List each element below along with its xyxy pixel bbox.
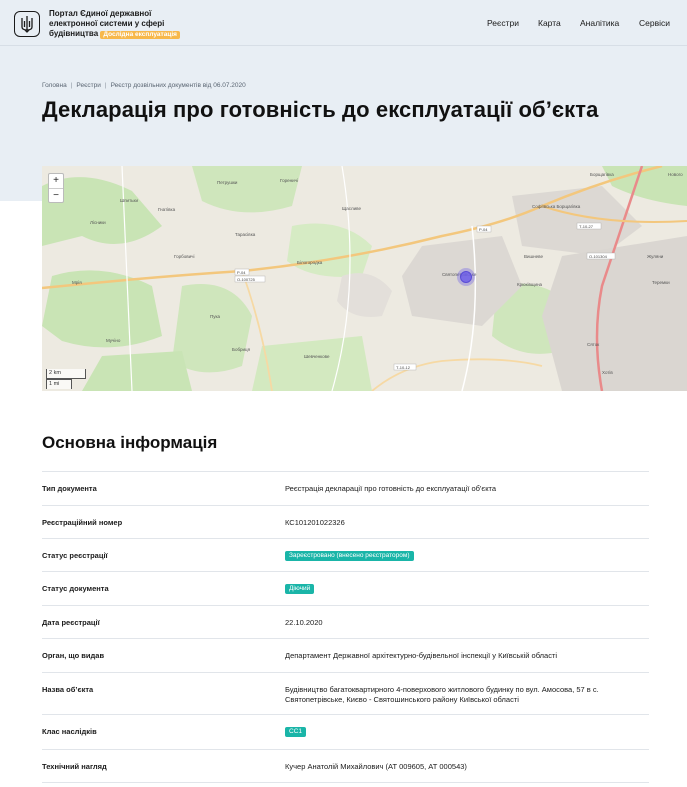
map-place-label: Нового [668, 172, 683, 177]
status-badge: Зареєстровано (внесено реєстратором) [285, 551, 414, 561]
map-place-label: Вишневе [524, 254, 543, 259]
table-row: Статус реєстрації Зареєстровано (внесено… [42, 538, 649, 571]
row-label: Технічний нагляд [42, 762, 107, 771]
map-place-label: Шпитьки [120, 198, 138, 203]
table-row: Орган, що видав Департамент Державної ар… [42, 638, 649, 672]
map-place-label: Жуляни [647, 254, 664, 259]
map-place-label: Крюківщина [517, 282, 543, 287]
breadcrumb-separator: | [104, 82, 107, 89]
map-road-label: О-100725 [237, 277, 256, 282]
map-place-label: Тарасівка [235, 232, 256, 237]
row-value: СС1 [285, 726, 655, 737]
row-label: Тип документа [42, 484, 97, 493]
breadcrumb-home[interactable]: Головна [42, 82, 67, 89]
row-label: Реєстраційний номер [42, 518, 123, 527]
breadcrumb: Головна | Реєстри | Реєстр дозвільних докуме… [42, 82, 246, 89]
row-value: Реєстрація декларації про готовність до … [285, 484, 497, 493]
map-road-label: Т-10-27 [579, 224, 594, 229]
map-place-label: Гнатівка [158, 207, 176, 212]
map-place-label: Сяток [587, 342, 599, 347]
location-map[interactable]: Петрушки Гореничі Шпитьки Лісники Гнатів… [42, 166, 687, 391]
map-place-label: Софіївська Борщагівка [532, 204, 581, 209]
map-place-label: Білогородка [297, 260, 323, 265]
row-label: Статус документа [42, 584, 109, 593]
map-road-label: P-04 [237, 270, 246, 275]
map-scale: 2 km 1 mi [46, 369, 86, 389]
scale-km: 2 km [46, 369, 86, 379]
scale-mi: 1 mi [46, 379, 72, 389]
nav-analytics[interactable]: Аналітика [580, 18, 619, 28]
brand-line-2: електронної системи у сфері [49, 19, 165, 28]
map-place-label: Пука [210, 314, 221, 319]
brand-line-3: будівництва [49, 29, 99, 38]
row-label: Клас наслідків [42, 727, 97, 736]
top-bar: Портал Єдиної державної електронної сист… [0, 0, 687, 46]
map-place-label: Теремки [652, 280, 670, 285]
map-place-label: Мучіно [106, 338, 121, 343]
beta-badge: Дослідна експлуатація [100, 31, 180, 39]
map-road-label: О-101304 [589, 254, 608, 259]
portal-brand[interactable]: Портал Єдиної державної електронної сист… [49, 9, 199, 39]
table-row: Клас наслідків СС1 [42, 714, 649, 749]
map-place-label: Гореничі [280, 178, 298, 183]
table-row: Дата реєстрації 22.10.2020 [42, 605, 649, 638]
map-place-label: Лісники [90, 220, 106, 225]
class-badge: СС1 [285, 727, 307, 737]
map-road-label: Т-10-12 [396, 365, 411, 370]
map-place-label: Горбовичі [174, 254, 194, 259]
location-marker[interactable] [460, 271, 472, 283]
table-row: Статус документа Діючий [42, 571, 649, 605]
row-value: Зареєстровано (внесено реєстратором) [285, 550, 655, 561]
row-value: Будівництво багатоквартирного 4-поверхов… [285, 685, 599, 704]
nav-registries[interactable]: Реєстри [487, 18, 519, 28]
page-title: Декларація про готовність до експлуатаці… [42, 97, 599, 122]
map-road-label: P-04 [479, 227, 488, 232]
table-row: Назва об’єкта Будівництво багатоквартирн… [42, 672, 649, 714]
trident-logo-icon[interactable] [14, 11, 40, 37]
row-value: КС101201022326 [285, 518, 345, 527]
map-place-label: Шевченкове [304, 354, 330, 359]
row-label: Орган, що видав [42, 651, 105, 660]
table-row: Тип документа Реєстрація декларації про … [42, 471, 649, 505]
row-label: Назва об’єкта [42, 685, 94, 694]
map-place-label: Хотів [602, 370, 613, 375]
breadcrumb-current[interactable]: Реєстр дозвільних документів від 06.07.2… [111, 82, 246, 89]
status-badge: Діючий [285, 584, 315, 594]
nav-services[interactable]: Сервіси [639, 18, 670, 28]
map-place-label: Петрушки [217, 180, 238, 185]
map-place-label: Мрія [72, 280, 82, 285]
row-value: Діючий [285, 583, 655, 594]
map-place-label: Щасливе [342, 206, 362, 211]
row-value: Департамент Державної архітектурно-будів… [285, 651, 558, 660]
section-title: Основна інформація [42, 433, 218, 452]
row-value: Кучер Анатолій Михайлович (АТ 009605, АТ… [285, 762, 467, 771]
breadcrumb-registries[interactable]: Реєстри [76, 82, 100, 89]
brand-line-1: Портал Єдиної державної [49, 9, 152, 18]
zoom-in-button[interactable]: + [49, 174, 63, 189]
nav-map[interactable]: Карта [538, 18, 561, 28]
zoom-out-button[interactable]: − [49, 189, 63, 203]
row-label: Дата реєстрації [42, 618, 100, 627]
map-place-label: Борщагівка [590, 172, 614, 177]
info-table: Тип документа Реєстрація декларації про … [42, 471, 649, 783]
table-row: Технічний нагляд Кучер Анатолій Михайлов… [42, 749, 649, 783]
table-row: Реєстраційний номер КС101201022326 [42, 505, 649, 538]
map-zoom-control: + − [48, 173, 64, 203]
map-place-label: Бобриця [232, 347, 251, 352]
row-label: Статус реєстрації [42, 551, 108, 560]
breadcrumb-separator: | [70, 82, 73, 89]
row-value: 22.10.2020 [285, 618, 323, 627]
